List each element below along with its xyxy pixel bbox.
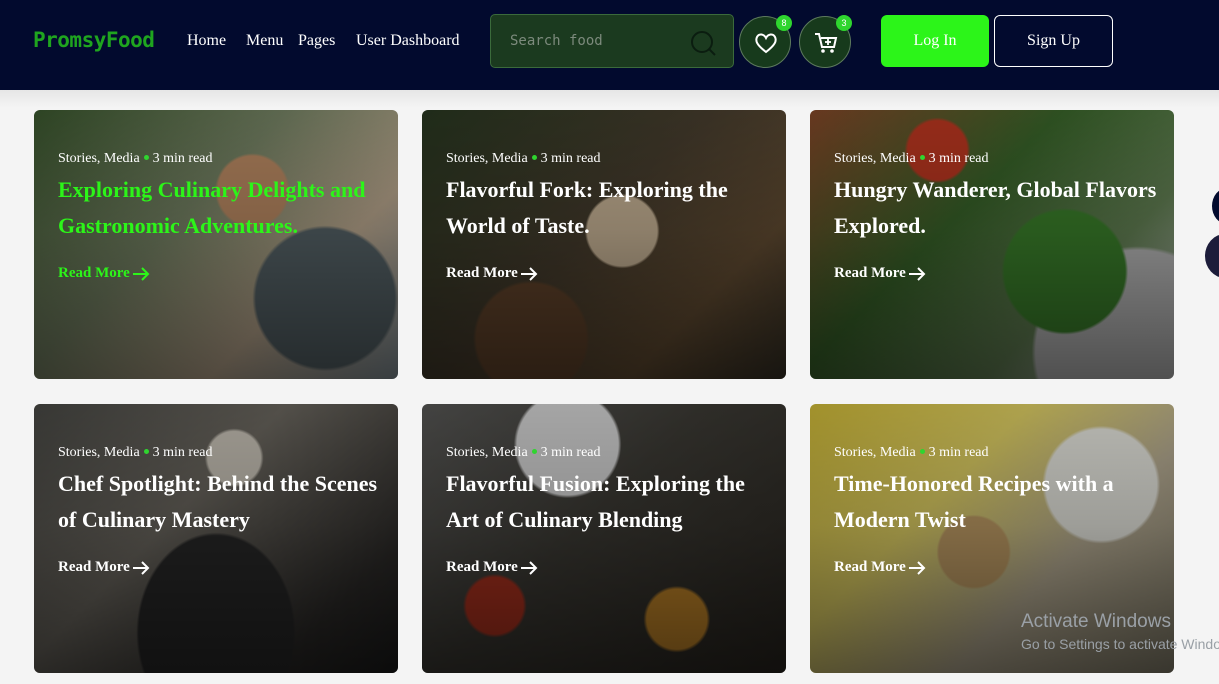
cart-plus-icon xyxy=(815,33,838,53)
dot-separator xyxy=(919,449,925,455)
arrow-right-icon xyxy=(908,560,926,575)
arrow-right-icon xyxy=(132,560,150,575)
arrow-right-icon xyxy=(908,266,926,281)
card-category: Stories, Media xyxy=(834,445,916,460)
card-title[interactable]: Chef Spotlight: Behind the Scenes of Cul… xyxy=(58,466,388,538)
cart-count-badge: 3 xyxy=(836,15,852,31)
card-read-time: 3 min read xyxy=(928,151,989,166)
blog-card[interactable]: Stories, Media 3 min read Hungry Wanderer… xyxy=(810,110,1174,379)
read-more-link[interactable]: Read More xyxy=(58,265,150,282)
read-more-label: Read More xyxy=(58,559,130,575)
card-title[interactable]: Flavorful Fusion: Exploring the Art of C… xyxy=(446,466,776,538)
card-category: Stories, Media xyxy=(834,151,916,166)
card-meta: Stories, Media 3 min read xyxy=(834,445,989,461)
arrow-right-icon xyxy=(520,560,538,575)
read-more-link[interactable]: Read More xyxy=(446,265,538,282)
card-meta: Stories, Media 3 min read xyxy=(58,445,213,461)
card-title[interactable]: Flavorful Fork: Exploring the World of T… xyxy=(446,172,776,244)
card-meta: Stories, Media 3 min read xyxy=(446,445,601,461)
blog-card[interactable]: Stories, Media 3 min read Flavorful Fork:… xyxy=(422,110,786,379)
arrow-right-icon xyxy=(520,266,538,281)
dot-separator xyxy=(531,155,537,161)
card-meta: Stories, Media 3 min read xyxy=(446,151,601,167)
cart-button[interactable]: 3 xyxy=(799,15,852,68)
read-more-label: Read More xyxy=(58,265,130,281)
floating-action-button[interactable] xyxy=(1205,234,1219,278)
read-more-label: Read More xyxy=(834,265,906,281)
wishlist-count-badge: 8 xyxy=(776,15,792,31)
login-button[interactable]: Log In xyxy=(881,15,989,67)
read-more-link[interactable]: Read More xyxy=(834,265,926,282)
card-title[interactable]: Hungry Wanderer, Global Flavors Explored… xyxy=(834,172,1164,244)
blog-card[interactable]: Stories, Media 3 min read Chef Spotlight:… xyxy=(34,404,398,673)
dot-separator xyxy=(531,449,537,455)
read-more-link[interactable]: Read More xyxy=(446,559,538,576)
dot-separator xyxy=(143,449,149,455)
arrow-right-icon xyxy=(132,266,150,281)
dot-separator xyxy=(919,155,925,161)
brand-logo[interactable]: PromsyFood xyxy=(33,28,155,52)
card-read-time: 3 min read xyxy=(152,151,213,166)
activation-watermark-subtitle: Go to Settings to activate Windows. xyxy=(1021,636,1219,652)
read-more-label: Read More xyxy=(446,559,518,575)
read-more-label: Read More xyxy=(834,559,906,575)
dot-separator xyxy=(143,155,149,161)
activation-watermark-title: Activate Windows xyxy=(1021,611,1171,632)
read-more-link[interactable]: Read More xyxy=(58,559,150,576)
header-shadow xyxy=(0,90,1219,108)
signup-button[interactable]: Sign Up xyxy=(994,15,1113,67)
heart-icon xyxy=(755,33,777,54)
nav-menu[interactable]: Menu xyxy=(246,32,283,50)
blog-card[interactable]: Stories, Media 3 min read Exploring Culin… xyxy=(34,110,398,379)
card-read-time: 3 min read xyxy=(928,445,989,460)
card-title[interactable]: Exploring Culinary Delights and Gastrono… xyxy=(58,172,388,244)
card-category: Stories, Media xyxy=(58,445,140,460)
card-meta: Stories, Media 3 min read xyxy=(834,151,989,167)
site-header: PromsyFood Home Menu Pages User Dashboar… xyxy=(0,0,1219,90)
card-read-time: 3 min read xyxy=(540,151,601,166)
card-read-time: 3 min read xyxy=(152,445,213,460)
read-more-label: Read More xyxy=(446,265,518,281)
search-icon[interactable] xyxy=(689,29,717,57)
wishlist-button[interactable]: 8 xyxy=(739,15,792,68)
search-box xyxy=(490,14,734,68)
nav-home[interactable]: Home xyxy=(187,32,226,50)
read-more-link[interactable]: Read More xyxy=(834,559,926,576)
floating-action-button[interactable] xyxy=(1212,188,1219,224)
nav-pages[interactable]: Pages xyxy=(298,32,335,50)
nav-user-dashboard[interactable]: User Dashboard xyxy=(356,32,460,50)
card-meta: Stories, Media 3 min read xyxy=(58,151,213,167)
card-title[interactable]: Time-Honored Recipes with a Modern Twist xyxy=(834,466,1164,538)
card-read-time: 3 min read xyxy=(540,445,601,460)
card-category: Stories, Media xyxy=(58,151,140,166)
card-category: Stories, Media xyxy=(446,151,528,166)
search-input[interactable] xyxy=(510,30,690,52)
blog-card[interactable]: Stories, Media 3 min read Flavorful Fusio… xyxy=(422,404,786,673)
card-category: Stories, Media xyxy=(446,445,528,460)
